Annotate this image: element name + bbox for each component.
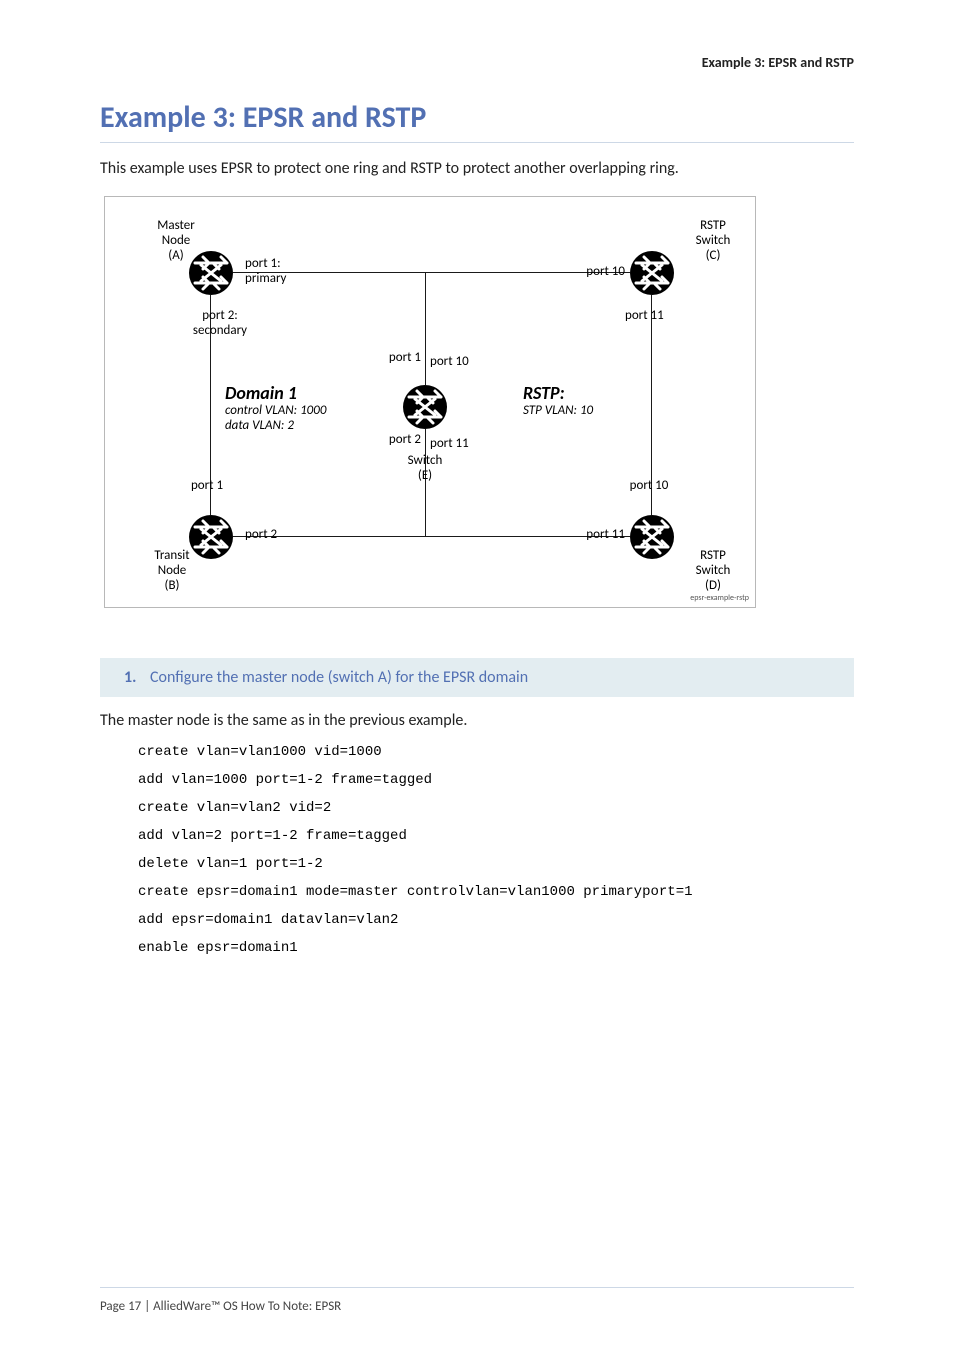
domain1-cvlan: control VLAN: 1000 (225, 403, 326, 418)
intro-text: This example uses EPSR to protect one ri… (100, 159, 854, 178)
switch-d-icon (630, 515, 674, 559)
step-text: Configure the master node (switch A) for… (150, 668, 528, 687)
label-node-b: TransitNode(B) (139, 549, 205, 594)
label-node-a: MasterNode(A) (143, 219, 209, 264)
label-node-e: Switch(E) (395, 454, 455, 484)
domain1-block: Domain 1 control VLAN: 1000 data VLAN: 2 (225, 383, 326, 434)
label-e-port1: port 1 (373, 351, 421, 366)
step-1-heading: 1. Configure the master node (switch A) … (100, 658, 854, 697)
step-description: The master node is the same as in the pr… (100, 711, 854, 730)
page-header: Example 3: EPSR and RSTP (100, 54, 854, 71)
switch-e-icon (403, 385, 447, 429)
label-b-port2: port 2 (245, 528, 277, 543)
footer-divider (100, 1287, 854, 1288)
config-code-block: create vlan=vlan1000 vid=1000 add vlan=1… (138, 738, 854, 962)
label-c-port10: port 10 (545, 265, 625, 280)
label-e-port11: port 11 (430, 437, 469, 452)
step-number: 1. (124, 668, 136, 687)
rstp-vlan: STP VLAN: 10 (523, 403, 593, 418)
title-divider (100, 142, 854, 143)
label-node-d: RSTPSwitch(D) (680, 549, 746, 594)
figure-id: epsr-example-rstp (690, 593, 749, 603)
label-c-port11: port 11 (625, 309, 664, 324)
rstp-block: RSTP: STP VLAN: 10 (523, 383, 593, 419)
label-node-c: RSTPSwitch(C) (680, 219, 746, 264)
switch-c-icon (630, 251, 674, 295)
label-e-port10: port 10 (430, 355, 469, 370)
label-e-port2: port 2 (373, 433, 421, 448)
rstp-title: RSTP: (523, 382, 565, 404)
page-footer: Page 17 | AlliedWare™ OS How To Note: EP… (100, 1299, 341, 1314)
label-d-port11: port 11 (549, 528, 625, 543)
domain1-dvlan: data VLAN: 2 (225, 418, 294, 433)
label-b-port1: port 1 (177, 479, 237, 494)
domain1-title: Domain 1 (225, 382, 297, 404)
page-title: Example 3: EPSR and RSTP (100, 99, 854, 136)
label-d-port10: port 10 (619, 479, 679, 494)
network-diagram: MasterNode(A) RSTPSwitch(C) Switch(E) Tr… (104, 196, 756, 608)
label-a-port1: port 1:primary (245, 257, 286, 287)
label-a-port2: port 2:secondary (175, 309, 265, 339)
